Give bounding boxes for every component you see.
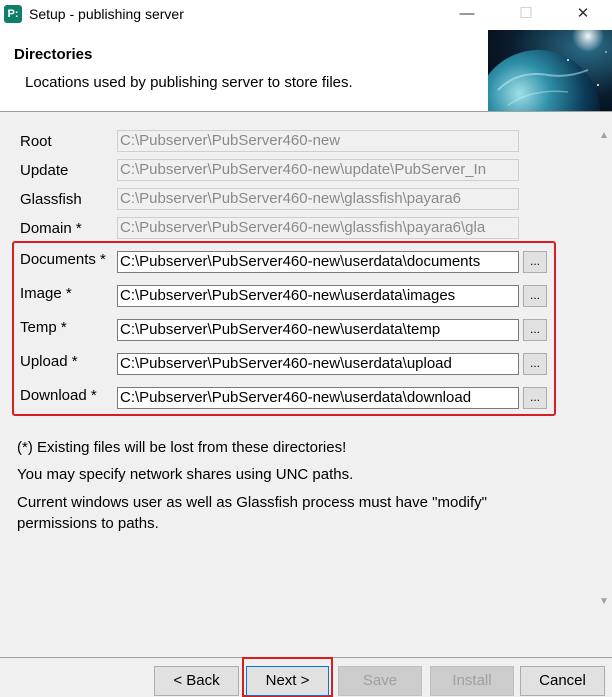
image-label: Image * — [20, 285, 72, 302]
scroll-down-icon[interactable]: ▼ — [596, 594, 612, 610]
download-browse-button[interactable]: ... — [523, 387, 547, 409]
update-label: Update — [20, 162, 69, 179]
temp-input[interactable]: C:\Pubserver\PubServer460-new\userdata\t… — [117, 319, 519, 341]
root-field: C:\Pubserver\PubServer460-new — [117, 130, 519, 152]
unc-note: You may specify network shares using UNC… — [17, 466, 354, 483]
cancel-button[interactable]: Cancel — [520, 666, 605, 696]
root-label: Root — [20, 133, 52, 150]
next-button[interactable]: Next > — [246, 666, 329, 696]
back-button[interactable]: < Back — [154, 666, 239, 696]
upload-browse-button[interactable]: ... — [523, 353, 547, 375]
save-button: Save — [338, 666, 422, 696]
scroll-up-icon[interactable]: ▲ — [596, 128, 612, 144]
page-subtitle: Locations used by publishing server to s… — [25, 74, 353, 91]
glassfish-label: Glassfish — [20, 191, 82, 208]
title-bar: P: Setup - publishing server — ☐ ✕ — [0, 0, 612, 30]
upload-label: Upload * — [20, 353, 78, 370]
documents-browse-button[interactable]: ... — [523, 251, 547, 273]
image-browse-button[interactable]: ... — [523, 285, 547, 307]
app-icon: P: — [4, 5, 22, 23]
temp-label: Temp * — [20, 319, 67, 336]
glassfish-field: C:\Pubserver\PubServer460-new\glassfish\… — [117, 188, 519, 210]
permissions-note-line2: permissions to paths. — [17, 515, 159, 532]
window-title: Setup - publishing server — [29, 6, 184, 22]
install-button: Install — [430, 666, 514, 696]
vertical-scrollbar[interactable]: ▲ ▼ — [596, 112, 612, 657]
temp-browse-button[interactable]: ... — [523, 319, 547, 341]
permissions-note-line1: Current windows user as well as Glassfis… — [17, 494, 487, 511]
download-label: Download * — [20, 387, 97, 404]
download-input[interactable]: C:\Pubserver\PubServer460-new\userdata\d… — [117, 387, 519, 409]
globe-banner-image — [488, 30, 612, 111]
domain-label: Domain * — [20, 220, 82, 237]
wizard-header: Directories Locations used by publishing… — [0, 30, 612, 112]
upload-input[interactable]: C:\Pubserver\PubServer460-new\userdata\u… — [117, 353, 519, 375]
page-title: Directories — [14, 46, 93, 63]
minimize-button[interactable]: — — [444, 0, 490, 30]
image-input[interactable]: C:\Pubserver\PubServer460-new\userdata\i… — [117, 285, 519, 307]
maximize-button: ☐ — [519, 5, 533, 22]
documents-label: Documents * — [20, 251, 106, 268]
domain-field: C:\Pubserver\PubServer460-new\glassfish\… — [117, 217, 519, 239]
documents-input[interactable]: C:\Pubserver\PubServer460-new\userdata\d… — [117, 251, 519, 273]
warning-note: (*) Existing files will be lost from the… — [17, 439, 347, 456]
close-button[interactable]: ✕ — [560, 0, 606, 30]
update-field: C:\Pubserver\PubServer460-new\update\Pub… — [117, 159, 519, 181]
